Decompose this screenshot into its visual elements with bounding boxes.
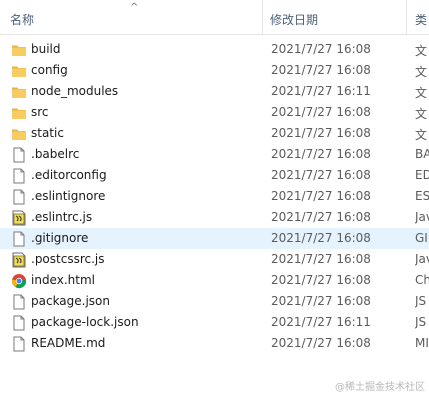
file-type: ED [415, 168, 429, 182]
file-row[interactable]: build 2021/7/27 16:08 文 [0, 39, 429, 60]
file-name: index.html [31, 273, 95, 287]
file-date-modified: 2021/7/27 16:08 [271, 42, 371, 56]
file-type: GI [415, 231, 428, 245]
file-icon [11, 336, 27, 352]
file-row[interactable]: src 2021/7/27 16:08 文 [0, 102, 429, 123]
folder-icon [11, 105, 27, 121]
column-header-date-modified[interactable]: 修改日期 [270, 11, 318, 28]
watermark: @稀土掘金技术社区 [335, 382, 425, 393]
file-row[interactable]: .eslintignore 2021/7/27 16:08 ES [0, 186, 429, 207]
file-date-modified: 2021/7/27 16:08 [271, 189, 371, 203]
column-divider[interactable] [262, 0, 263, 34]
file-list: build 2021/7/27 16:08 文 config 2021/7/27 16:… [0, 39, 429, 354]
file-date-modified: 2021/7/27 16:08 [271, 273, 371, 287]
file-type: BA [415, 147, 429, 161]
file-date-modified: 2021/7/27 16:11 [271, 315, 371, 329]
file-type: 文 [415, 65, 428, 79]
file-name: .eslintignore [31, 189, 106, 203]
column-divider[interactable] [406, 0, 407, 34]
file-row[interactable]: .gitignore 2021/7/27 16:08 GI [0, 228, 429, 249]
folder-icon [11, 63, 27, 79]
file-name: package.json [31, 294, 111, 308]
folder-icon [11, 84, 27, 100]
sort-ascending-icon: ^ [130, 2, 139, 13]
file-name: .editorconfig [31, 168, 107, 182]
file-name: config [31, 63, 68, 77]
file-icon [11, 294, 27, 310]
file-date-modified: 2021/7/27 16:08 [271, 126, 371, 140]
file-row[interactable]: node_modules 2021/7/27 16:11 文 [0, 81, 429, 102]
file-date-modified: 2021/7/27 16:08 [271, 210, 371, 224]
file-icon [11, 168, 27, 184]
column-header-bar: 名称 ^ 修改日期 类 [0, 0, 429, 35]
file-row[interactable]: .postcssrc.js 2021/7/27 16:08 Jav [0, 249, 429, 270]
file-date-modified: 2021/7/27 16:08 [271, 336, 371, 350]
file-row[interactable]: .eslintrc.js 2021/7/27 16:08 Jav [0, 207, 429, 228]
file-name: node_modules [31, 84, 119, 98]
file-date-modified: 2021/7/27 16:08 [271, 63, 371, 77]
file-date-modified: 2021/7/27 16:08 [271, 252, 371, 266]
js-file-icon [11, 252, 27, 268]
column-header-name[interactable]: 名称 [10, 11, 34, 28]
file-icon [11, 147, 27, 163]
file-name: static [31, 126, 64, 140]
file-type: Ch [415, 273, 429, 287]
file-name: .babelrc [31, 147, 80, 161]
file-row[interactable]: static 2021/7/27 16:08 文 [0, 123, 429, 144]
file-row[interactable]: index.html 2021/7/27 16:08 Ch [0, 270, 429, 291]
folder-icon [11, 126, 27, 142]
file-row[interactable]: package-lock.json 2021/7/27 16:11 JS [0, 312, 429, 333]
file-date-modified: 2021/7/27 16:08 [271, 294, 371, 308]
file-type: JS [415, 315, 427, 329]
file-icon [11, 189, 27, 205]
file-date-modified: 2021/7/27 16:08 [271, 168, 371, 182]
file-name: .gitignore [31, 231, 89, 245]
file-type: MI [415, 336, 429, 350]
chrome-icon [11, 273, 27, 289]
file-type: Jav [415, 252, 429, 266]
file-date-modified: 2021/7/27 16:08 [271, 231, 371, 245]
file-date-modified: 2021/7/27 16:08 [271, 105, 371, 119]
file-date-modified: 2021/7/27 16:11 [271, 84, 371, 98]
file-name: .eslintrc.js [31, 210, 93, 224]
file-name: src [31, 105, 49, 119]
file-type: 文 [415, 107, 428, 121]
file-icon [11, 315, 27, 331]
column-header-type[interactable]: 类 [415, 11, 427, 28]
file-icon [11, 231, 27, 247]
js-file-icon [11, 210, 27, 226]
file-row[interactable]: package.json 2021/7/27 16:08 JS [0, 291, 429, 312]
file-date-modified: 2021/7/27 16:08 [271, 147, 371, 161]
file-type: Jav [415, 210, 429, 224]
file-row[interactable]: README.md 2021/7/27 16:08 MI [0, 333, 429, 354]
file-type: ES [415, 189, 429, 203]
file-type: 文 [415, 44, 428, 58]
file-type: 文 [415, 86, 428, 100]
file-row[interactable]: .editorconfig 2021/7/27 16:08 ED [0, 165, 429, 186]
file-name: .postcssrc.js [31, 252, 105, 266]
file-type: 文 [415, 128, 428, 142]
file-row[interactable]: .babelrc 2021/7/27 16:08 BA [0, 144, 429, 165]
file-type: JS [415, 294, 427, 308]
file-name: README.md [31, 336, 106, 350]
file-name: package-lock.json [31, 315, 139, 329]
folder-icon [11, 42, 27, 58]
file-name: build [31, 42, 61, 56]
file-row[interactable]: config 2021/7/27 16:08 文 [0, 60, 429, 81]
